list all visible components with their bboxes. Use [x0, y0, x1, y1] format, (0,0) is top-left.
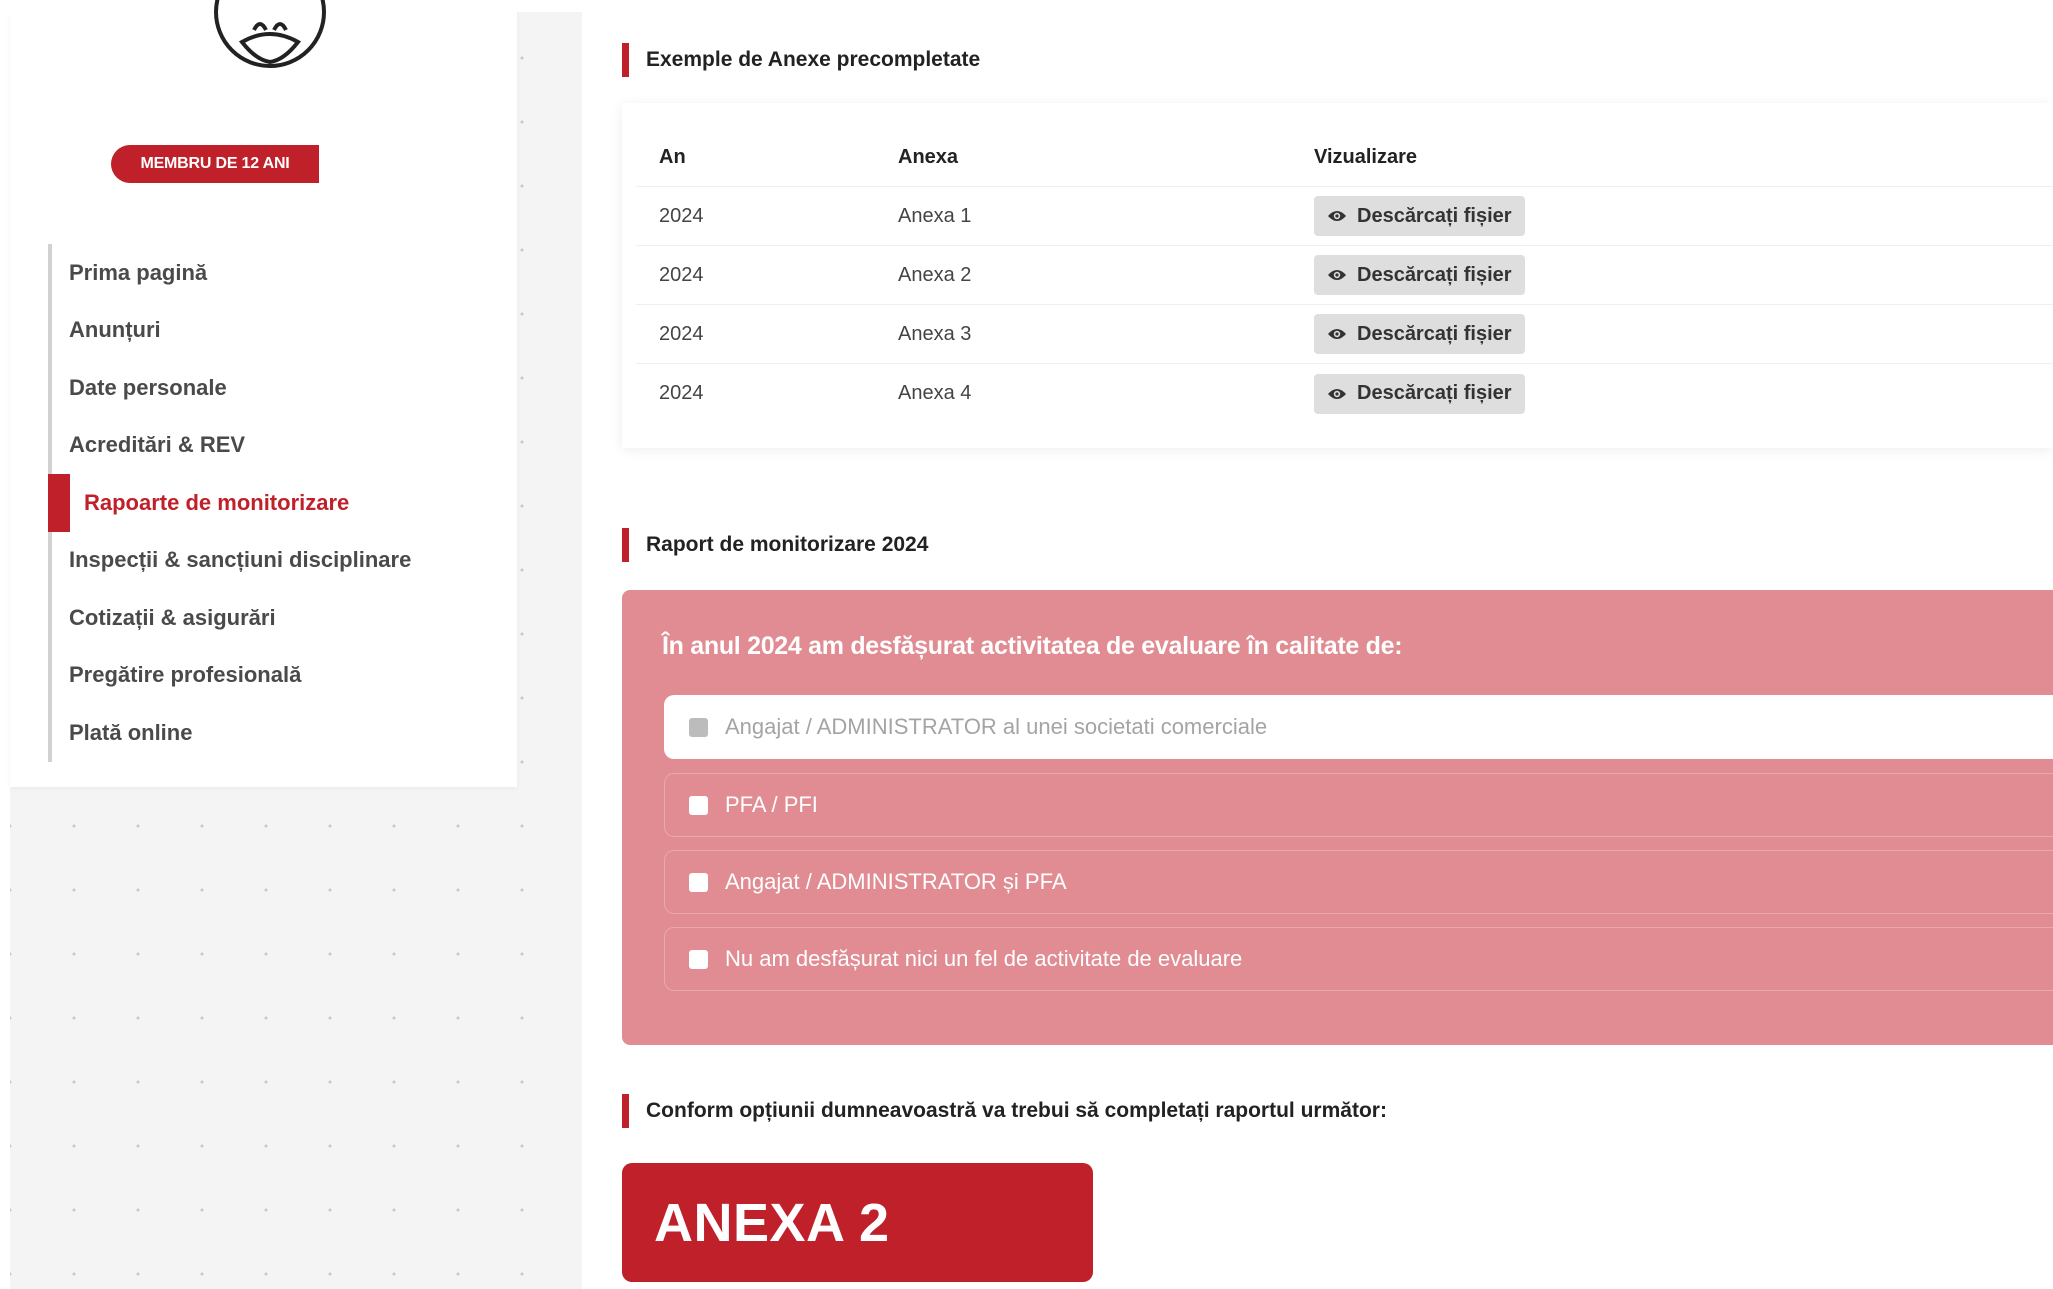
user-avatar-icon	[214, 0, 326, 68]
eye-icon	[1328, 388, 1346, 399]
option-label: Angajat / ADMINISTRATOR și PFA	[725, 869, 1067, 894]
table-header: An Anexa Vizualizare	[636, 128, 2053, 187]
option-pfa-pfi[interactable]: PFA / PFI	[664, 773, 2053, 837]
sidebar: MEMBRU DE 12 ANI Prima pagină Anunțuri D…	[10, 0, 518, 787]
column-header-anexa: Anexa	[898, 145, 959, 168]
table-row: 2024 Anexa 3 Descărcați fișier	[636, 305, 2053, 364]
eye-icon	[1328, 270, 1346, 280]
annex-table: An Anexa Vizualizare 2024 Anexa 1 Descăr…	[622, 103, 2053, 448]
eye-icon	[1328, 211, 1346, 221]
cell-an: 2024	[659, 382, 704, 404]
sidebar-item-plata-online[interactable]: Plată online	[48, 704, 518, 762]
option-label: Nu am desfășurat nici un fel de activita…	[725, 946, 1243, 971]
option-label: Angajat / ADMINISTRATOR al unei societat…	[725, 714, 1268, 739]
column-header-an: An	[659, 145, 686, 168]
option-nicio-activitate[interactable]: Nu am desfășurat nici un fel de activita…	[664, 927, 2053, 991]
download-button-label: Descărcați fișier	[1357, 322, 1512, 345]
cell-anexa: Anexa 3	[898, 322, 972, 345]
checkbox-icon[interactable]	[689, 718, 708, 737]
sidebar-item-prima-pagina[interactable]: Prima pagină	[48, 244, 518, 302]
checkbox-icon[interactable]	[689, 796, 708, 815]
sidebar-item-inspectii[interactable]: Inspecții & sancțiuni disciplinare	[48, 531, 518, 589]
section-title-report: Raport de monitorizare 2024	[622, 528, 928, 562]
sidebar-nav: Prima pagină Anunțuri Date personale Acr…	[48, 244, 518, 762]
option-label: PFA / PFI	[725, 792, 818, 817]
sidebar-item-cotizatii[interactable]: Cotizații & asigurări	[48, 589, 518, 647]
download-button[interactable]: Descărcați fișier	[1314, 196, 1525, 236]
table-row: 2024 Anexa 4 Descărcați fișier	[636, 364, 2053, 423]
sidebar-item-acreditari[interactable]: Acreditări & REV	[48, 416, 518, 474]
checkbox-icon[interactable]	[689, 873, 708, 892]
member-badge: MEMBRU DE 12 ANI	[111, 145, 319, 183]
section-title-result: Conform opțiunii dumneavoastră va trebui…	[622, 1094, 1387, 1128]
cell-anexa: Anexa 2	[898, 263, 972, 286]
cell-an: 2024	[659, 263, 704, 286]
cell-anexa: Anexa 4	[898, 382, 972, 404]
download-button[interactable]: Descărcați fișier	[1314, 255, 1525, 295]
activity-question: În anul 2024 am desfășurat activitatea d…	[662, 632, 1403, 660]
sidebar-item-pregatire[interactable]: Pregătire profesională	[48, 646, 518, 704]
sidebar-item-anunturi[interactable]: Anunțuri	[48, 301, 518, 359]
download-button-label: Descărcați fișier	[1357, 204, 1512, 227]
anexa-report-button[interactable]: ANEXA 2	[622, 1163, 1093, 1282]
column-header-vizualizare: Vizualizare	[1314, 145, 1418, 168]
eye-icon	[1328, 329, 1346, 339]
download-button[interactable]: Descărcați fișier	[1314, 373, 1525, 414]
option-angajat-si-pfa[interactable]: Angajat / ADMINISTRATOR și PFA	[664, 850, 2053, 914]
table-row: 2024 Anexa 2 Descărcați fișier	[636, 246, 2053, 305]
activity-options-panel: În anul 2024 am desfășurat activitatea d…	[622, 590, 2053, 1045]
checkbox-icon[interactable]	[689, 950, 708, 969]
option-angajat-administrator[interactable]: Angajat / ADMINISTRATOR al unei societat…	[664, 695, 2053, 759]
cell-an: 2024	[659, 322, 704, 345]
download-button-label: Descărcați fișier	[1357, 263, 1512, 286]
table-row: 2024 Anexa 1 Descărcați fișier	[636, 187, 2053, 246]
cell-an: 2024	[659, 204, 704, 227]
sidebar-item-date-personale[interactable]: Date personale	[48, 359, 518, 417]
sidebar-item-rapoarte[interactable]: Rapoarte de monitorizare	[48, 474, 518, 532]
cell-anexa: Anexa 1	[898, 204, 972, 227]
download-button-label: Descărcați fișier	[1357, 382, 1512, 404]
section-title-annex-examples: Exemple de Anexe precompletate	[622, 43, 980, 77]
download-button[interactable]: Descărcați fișier	[1314, 314, 1525, 354]
